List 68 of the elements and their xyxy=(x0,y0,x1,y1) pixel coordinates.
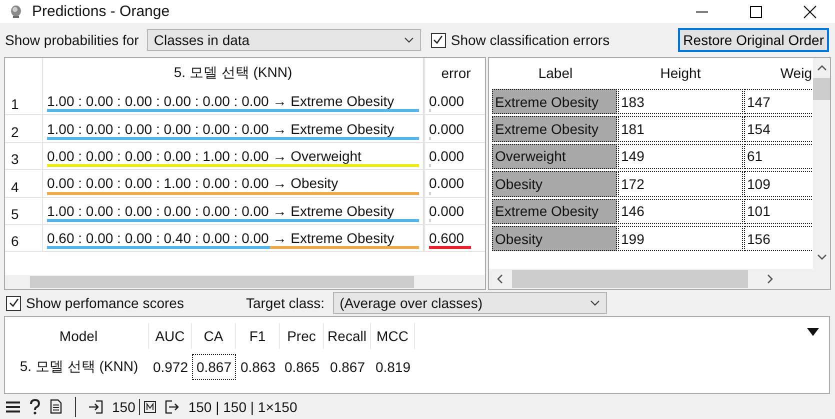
table-cell: 183 xyxy=(618,89,743,114)
prediction-cell: 0.00 : 0.00 : 0.00 : 1.00 : 0.00 : 0.00 → Obesity xyxy=(42,170,424,197)
prediction-cell: 0.00 : 0.00 : 0.00 : 0.00 : 1.00 : 0.00 → Overweight xyxy=(42,142,424,170)
window-title: Predictions - Orange xyxy=(32,3,170,20)
target-class-dropdown[interactable]: (Average over classes) xyxy=(332,292,607,314)
scrollbar-thumb[interactable] xyxy=(30,276,414,288)
table-cell-text: 0.819 xyxy=(374,358,412,376)
probabilities-label: Show probabilities for xyxy=(5,32,139,48)
menu-icon[interactable] xyxy=(6,400,20,412)
scroll-right-icon[interactable] xyxy=(766,274,774,284)
column-header[interactable]: Label xyxy=(492,58,617,88)
checkmark-icon xyxy=(432,34,444,46)
app-icon xyxy=(10,4,22,18)
table-cell-text: 0.863 xyxy=(239,358,277,376)
close-icon[interactable] xyxy=(803,4,817,18)
scroll-left-icon[interactable] xyxy=(496,274,504,284)
column-header[interactable]: error xyxy=(424,58,485,88)
help-icon[interactable] xyxy=(29,398,41,414)
table-cell-text: 0.867 xyxy=(328,358,366,376)
model-icon xyxy=(144,400,156,412)
column-header[interactable]: Model xyxy=(9,322,149,348)
input-count: 150 xyxy=(112,398,136,414)
table-cell: 0.867 xyxy=(192,354,236,380)
column-header[interactable]: MCC xyxy=(371,322,415,348)
restore-order-button[interactable]: Restore Original Order xyxy=(678,28,829,52)
maximize-icon[interactable] xyxy=(749,4,763,18)
scrollbar-thumb[interactable] xyxy=(512,270,748,288)
scroll-up-icon[interactable] xyxy=(816,64,826,72)
table-cell-text: 0.865 xyxy=(283,358,321,376)
table-cell: Extreme Obesity xyxy=(492,116,617,142)
column-header[interactable]: Weig xyxy=(742,58,812,88)
report-icon[interactable] xyxy=(50,399,62,414)
table-cell: 146 xyxy=(618,198,743,224)
column-header[interactable]: CA xyxy=(192,322,236,348)
prediction-cell: 1.00 : 0.00 : 0.00 : 0.00 : 0.00 : 0.00 → Extreme Obesity xyxy=(42,88,424,114)
column-header[interactable]: Prec xyxy=(280,322,324,348)
probabilities-dropdown[interactable]: Classes in data xyxy=(146,29,421,51)
caret-icon xyxy=(404,37,414,43)
prediction-cell: 1.00 : 0.00 : 0.00 : 0.00 : 0.00 : 0.00 → Extreme Obesity xyxy=(42,115,424,142)
prediction-cell: 0.60 : 0.00 : 0.00 : 0.40 : 0.00 : 0.00 → Extreme Obesity xyxy=(42,224,424,252)
scrollbar-thumb[interactable] xyxy=(813,78,830,100)
output-summary: 150 | 150 | 1×150 xyxy=(188,398,298,414)
table-cell: 181 xyxy=(618,116,743,142)
classification-errors-checkbox[interactable]: Show classification errors xyxy=(430,32,610,48)
column-header[interactable]: Height xyxy=(617,58,742,88)
table-cell: 149 xyxy=(618,144,743,170)
caret-icon xyxy=(590,300,600,306)
table-cell: Extreme Obesity xyxy=(492,89,617,114)
input-icon xyxy=(89,400,103,414)
dropdown-arrow-icon[interactable] xyxy=(807,328,819,336)
column-header[interactable]: 5. 모델 선택 (KNN) xyxy=(42,58,424,88)
performance-scores-checkbox[interactable]: Show perfomance scores xyxy=(6,295,184,311)
table-cell: Extreme Obesity xyxy=(492,198,617,224)
table-cell: Overweight xyxy=(492,144,617,170)
output-icon xyxy=(165,400,180,414)
table-cell-text: 5. 모델 선택 (KNN) xyxy=(18,356,140,376)
column-header[interactable]: Recall xyxy=(324,322,371,348)
column-header[interactable]: AUC xyxy=(149,322,192,348)
table-cell: 199 xyxy=(618,226,743,252)
table-cell: Obesity xyxy=(492,226,617,252)
column-header[interactable]: F1 xyxy=(236,322,280,348)
scroll-down-icon[interactable] xyxy=(816,253,826,261)
table-cell: Obesity xyxy=(492,171,617,197)
target-class-label: Target class: xyxy=(246,295,325,311)
checkmark-icon xyxy=(8,297,20,309)
table-cell: 172 xyxy=(618,171,743,197)
table-cell-text: 0.972 xyxy=(152,358,190,376)
prediction-cell: 1.00 : 0.00 : 0.00 : 0.00 : 0.00 : 0.00 → Extreme Obesity xyxy=(42,198,424,224)
